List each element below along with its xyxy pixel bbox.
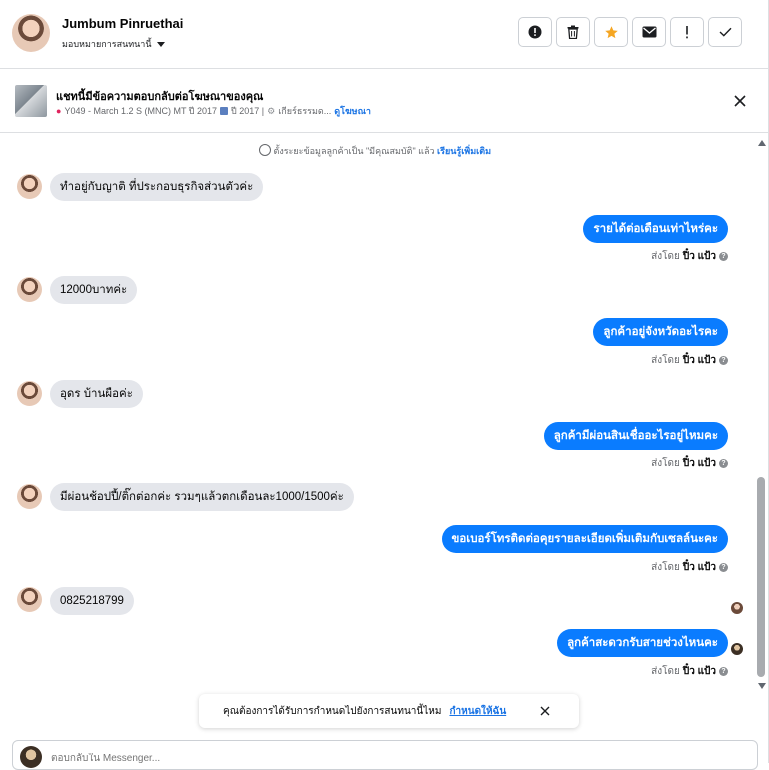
sent-by-prefix: ส่งโดย bbox=[651, 562, 680, 573]
sent-by-prefix: ส่งโดย bbox=[651, 458, 680, 469]
sender-name[interactable]: ปิ๋ว แป้ว bbox=[683, 249, 716, 264]
mark-done-button[interactable] bbox=[708, 17, 742, 47]
sent-by-label: ส่งโดย ปิ๋ว แป้ว ? bbox=[651, 249, 728, 264]
assign-to-me-link[interactable]: กำหนดให้ฉัน bbox=[449, 704, 506, 719]
contact-message-avatar[interactable] bbox=[17, 484, 42, 509]
ad-gear: เกียร์ธรรมด... bbox=[278, 106, 332, 116]
seen-avatar bbox=[731, 643, 743, 655]
help-icon[interactable]: ? bbox=[719, 563, 728, 572]
conversation-panel: Jumbum Pinruethai มอบหมายการสนทนานี้ แชท… bbox=[0, 0, 769, 770]
contact-name[interactable]: Jumbum Pinruethai bbox=[62, 16, 183, 31]
mark-spam-button[interactable] bbox=[518, 17, 552, 47]
thread-scrollbar[interactable] bbox=[754, 134, 768, 694]
help-icon[interactable]: ? bbox=[719, 459, 728, 468]
reply-input[interactable] bbox=[51, 753, 651, 764]
sent-by-label: ส่งโดย ปิ๋ว แป้ว ? bbox=[651, 664, 728, 679]
assign-prompt-text: คุณต้องการได้รับการกำหนดไปยังการสนทนานี้… bbox=[223, 705, 442, 717]
chevron-down-icon bbox=[156, 41, 165, 47]
ad-context-title: แชทนี้มีข้อความตอบกลับต่อโฆษณาของคุณ bbox=[56, 91, 264, 103]
header-actions bbox=[518, 17, 742, 47]
outgoing-message[interactable]: ลูกค้าอยู่จังหวัดอะไรคะ bbox=[593, 318, 728, 346]
sender-name[interactable]: ปิ๋ว แป้ว bbox=[683, 560, 716, 575]
outgoing-message[interactable]: ลูกค้ามีผ่อนสินเชื่ออะไรอยู่ไหมคะ bbox=[543, 422, 728, 450]
sent-by-prefix: ส่งโดย bbox=[651, 355, 680, 366]
contact-message-avatar[interactable] bbox=[17, 277, 42, 302]
incoming-message[interactable]: อุดร บ้านผือค่ะ bbox=[50, 380, 143, 408]
sender-name[interactable]: ปิ๋ว แป้ว bbox=[683, 664, 716, 679]
lead-stage-notice: ตั้งระยะข้อมูลลูกค้าเป็น "มีคุณสมบัติ" แ… bbox=[0, 144, 750, 158]
help-icon[interactable]: ? bbox=[719, 356, 728, 365]
assign-prompt-toast: คุณต้องการได้รับการกำหนดไปยังการสนทนานี้… bbox=[199, 694, 579, 728]
ad-detail-text: Y049 - March 1.2 S (MNC) MT ปี 2017 bbox=[64, 106, 218, 116]
contact-message-avatar[interactable] bbox=[17, 587, 42, 612]
view-ad-link[interactable]: ดูโฆษณา bbox=[334, 104, 371, 118]
incoming-message[interactable]: 12000บาทค่ะ bbox=[50, 276, 138, 304]
outgoing-message[interactable]: ลูกค้าสะดวกรับสายช่วงไหนคะ bbox=[557, 629, 728, 657]
assign-label: มอบหมายการสนทนานี้ bbox=[62, 39, 152, 49]
sent-by-label: ส่งโดย ปิ๋ว แป้ว ? bbox=[651, 456, 728, 471]
ad-details: ● Y049 - March 1.2 S (MNC) MT ปี 2017 ปี… bbox=[56, 104, 371, 118]
ad-thumbnail[interactable] bbox=[15, 85, 47, 117]
trash-icon bbox=[567, 25, 579, 39]
calendar-icon bbox=[220, 107, 229, 115]
help-icon[interactable]: ? bbox=[719, 252, 728, 261]
page-avatar bbox=[20, 746, 42, 768]
close-icon[interactable] bbox=[539, 705, 551, 717]
seen-avatar bbox=[731, 602, 743, 614]
lead-icon bbox=[258, 144, 271, 156]
contact-message-avatar[interactable] bbox=[17, 174, 42, 199]
star-icon bbox=[604, 25, 618, 38]
follow-up-button[interactable] bbox=[670, 17, 704, 47]
help-icon[interactable]: ? bbox=[719, 667, 728, 676]
check-icon bbox=[719, 27, 732, 37]
incoming-message[interactable]: 0825218799 bbox=[50, 587, 134, 615]
reply-composer bbox=[12, 740, 758, 770]
alert-circle-icon bbox=[528, 25, 542, 39]
exclamation-icon bbox=[686, 25, 688, 38]
sent-by-prefix: ส่งโดย bbox=[651, 251, 680, 262]
outgoing-message[interactable]: ขอเบอร์โทรติดต่อคุยรายละเอียดเพิ่มเติมกั… bbox=[441, 525, 728, 553]
sender-name[interactable]: ปิ๋ว แป้ว bbox=[683, 456, 716, 471]
close-icon[interactable] bbox=[732, 93, 748, 109]
sent-by-prefix: ส่งโดย bbox=[651, 666, 680, 677]
notice-text: ตั้งระยะข้อมูลลูกค้าเป็น "มีคุณสมบัติ" แ… bbox=[273, 146, 435, 156]
ad-year: ปี 2017 | bbox=[231, 106, 265, 116]
sender-name[interactable]: ปิ๋ว แป้ว bbox=[683, 353, 716, 368]
ad-context-bar: แชทนี้มีข้อความตอบกลับต่อโฆษณาของคุณ ● Y… bbox=[0, 69, 768, 133]
sent-by-label: ส่งโดย ปิ๋ว แป้ว ? bbox=[651, 353, 728, 368]
delete-button[interactable] bbox=[556, 17, 590, 47]
scrollbar-thumb[interactable] bbox=[757, 477, 765, 677]
message-thread: ตั้งระยะข้อมูลลูกค้าเป็น "มีคุณสมบัติ" แ… bbox=[0, 134, 768, 694]
assign-conversation-dropdown[interactable]: มอบหมายการสนทนานี้ bbox=[62, 37, 165, 51]
star-button[interactable] bbox=[594, 17, 628, 47]
mark-unread-button[interactable] bbox=[632, 17, 666, 47]
envelope-icon bbox=[642, 26, 656, 38]
learn-more-link[interactable]: เรียนรู้เพิ่มเติม bbox=[437, 146, 491, 156]
scroll-down-arrow-icon[interactable] bbox=[758, 683, 766, 689]
contact-message-avatar[interactable] bbox=[17, 381, 42, 406]
conversation-header: Jumbum Pinruethai มอบหมายการสนทนานี้ bbox=[0, 0, 768, 69]
incoming-message[interactable]: ทำอยู่กับญาติ ที่ประกอบธุรกิจส่วนตัวค่ะ bbox=[50, 173, 264, 201]
contact-avatar[interactable] bbox=[12, 14, 50, 52]
incoming-message[interactable]: มีผ่อนช้อปปี้/ติ๊กต่อกค่ะ รวมๆแล้วตกเดือ… bbox=[50, 483, 354, 511]
gear-icon: ⚙ bbox=[267, 105, 276, 116]
car-icon: ● bbox=[56, 106, 62, 116]
scroll-up-arrow-icon[interactable] bbox=[758, 140, 766, 146]
outgoing-message[interactable]: รายได้ต่อเดือนเท่าไหร่คะ bbox=[583, 215, 728, 243]
sent-by-label: ส่งโดย ปิ๋ว แป้ว ? bbox=[651, 560, 728, 575]
